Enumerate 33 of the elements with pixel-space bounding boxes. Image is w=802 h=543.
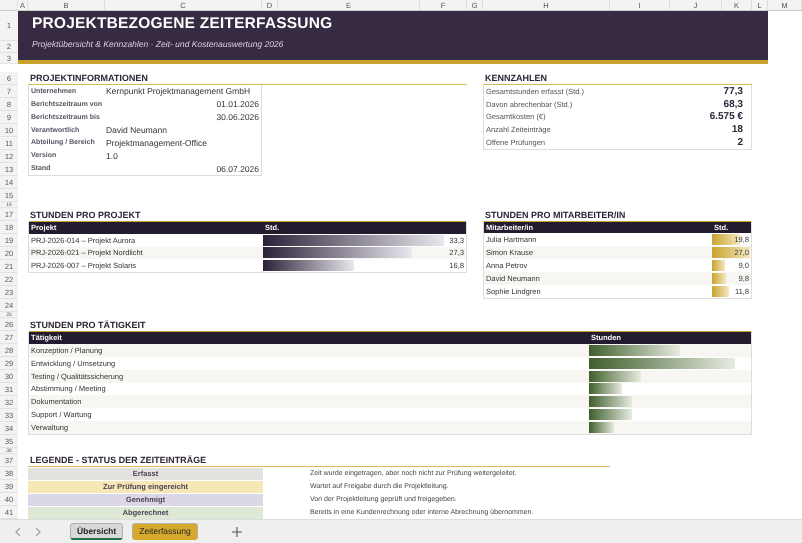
info-value: David Neumann (106, 125, 168, 135)
previous-sheet-icon[interactable] (14, 526, 22, 536)
sheet-tab[interactable]: Übersicht (70, 523, 124, 540)
sheet-title: PROJEKTBEZOGENE ZEITERFASSUNG (32, 15, 332, 33)
section-title: STUNDEN PRO MITARBEITER/IN (484, 210, 626, 221)
info-value: Kernpunkt Projektmanagement GmbH (106, 86, 252, 96)
section-title: STUNDEN PRO TÄTIGKEIT (29, 320, 146, 331)
section-title: PROJEKTINFORMATIONEN (29, 73, 148, 84)
section-title: LEGENDE - STATUS DER ZEITEINTRÄGE (29, 455, 206, 466)
add-sheet-icon[interactable] (232, 526, 242, 536)
kpi-value: 77,3 (724, 86, 744, 97)
sheet-tab[interactable]: Zeiterfassung (132, 523, 198, 540)
data-bar (712, 260, 725, 271)
kpi-value: 2 (737, 137, 744, 148)
info-value: 06.07.2026 (215, 164, 260, 174)
data-bar (712, 273, 726, 284)
info-value: 01.01.2026 (215, 99, 260, 110)
data-bar (712, 286, 729, 297)
data-bar (589, 422, 614, 434)
info-value: 1.0 (106, 150, 119, 161)
section-title: STUNDEN PRO PROJEKT (29, 210, 141, 221)
section-title: KENNZAHLEN (484, 73, 547, 84)
info-value: Projektmanagement-Office (106, 138, 208, 148)
sheet-subtitle: Projektübersicht & Kennzahlen · Zeit- und Kostenauswertung 2026 (32, 39, 284, 49)
info-value: 30.06.2026 (215, 112, 260, 122)
kpi-value: 6.575 € (710, 111, 744, 122)
data-bar (589, 396, 632, 408)
kpi-value: 18 (732, 124, 744, 136)
next-sheet-icon[interactable] (34, 526, 42, 536)
kpi-value: 68,3 (724, 98, 744, 110)
data-bar (712, 247, 750, 258)
data-bar (589, 409, 632, 420)
select-all-corner[interactable] (0, 0, 18, 11)
